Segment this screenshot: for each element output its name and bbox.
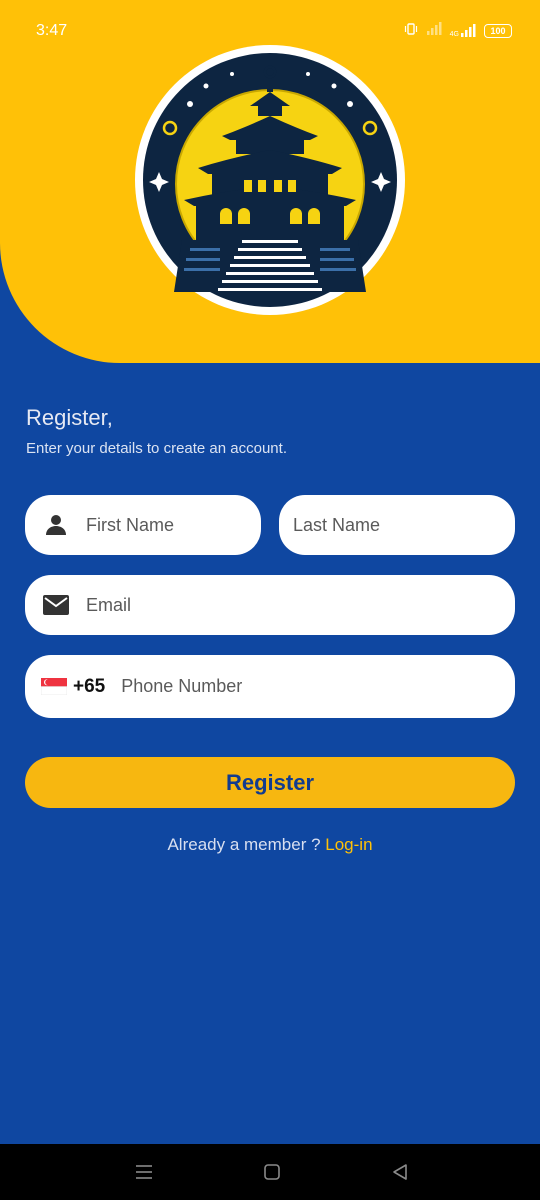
email-placeholder: Email [86,594,132,615]
page-title: Register, [26,405,113,430]
register-screen: 3:47 4G 100 Register, Enter your details… [0,0,540,1200]
login-link[interactable]: Log-in [325,835,372,854]
signal-4g-icon: 4G [449,23,476,38]
first-name-placeholder: First Name [86,514,175,535]
login-prompt-text: Already a member ? [167,835,326,854]
last-name-field[interactable]: Last Name [279,495,515,555]
mail-icon [42,591,70,619]
country-code[interactable]: +65 [73,676,105,698]
register-button[interactable]: Register [25,757,515,808]
network-label: 4G [449,30,459,38]
vibrate-icon [404,22,418,39]
login-prompt: Already a member ? Log-in [0,835,540,855]
email-field[interactable]: Email [25,575,515,635]
back-triangle-icon[interactable] [388,1160,412,1184]
app-logo [134,44,406,316]
battery-level: 100 [490,25,506,36]
battery-icon: 100 [484,23,512,38]
system-nav-bar [0,1144,540,1200]
singapore-flag-icon[interactable] [40,678,68,696]
last-name-placeholder: Last Name [293,514,381,535]
menu-icon[interactable] [132,1160,156,1184]
status-time: 3:47 [36,22,68,39]
phone-placeholder: Phone Number [121,676,243,696]
home-square-icon[interactable] [260,1160,284,1184]
page-subtitle: Enter your details to create an account. [26,440,287,457]
phone-field[interactable]: +65 Phone Number [25,655,515,718]
person-icon [42,511,70,539]
status-icons: 4G 100 [404,22,512,39]
signal-weak-icon [426,22,442,39]
first-name-field[interactable]: First Name [25,495,261,555]
